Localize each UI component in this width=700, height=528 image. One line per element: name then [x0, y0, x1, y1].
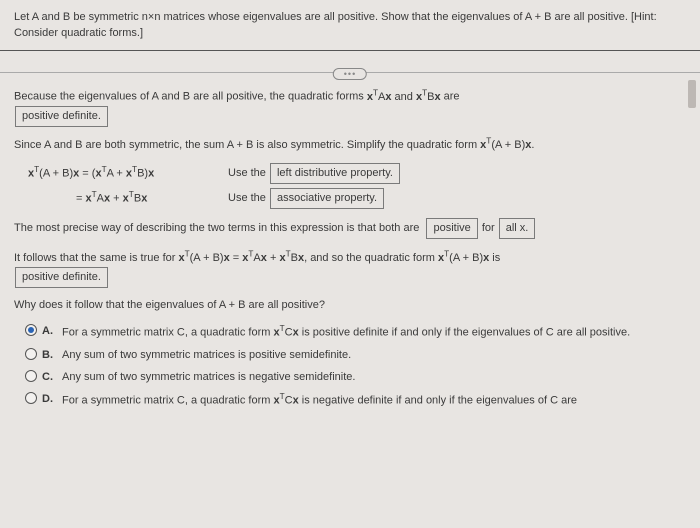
question-prompt: Let A and B be symmetric n×n matrices wh…: [0, 0, 700, 51]
p4-pre: It follows that the same is true for xT(…: [14, 252, 500, 264]
answer-box-2[interactable]: left distributive property.: [270, 163, 400, 184]
choice-letter: C.: [42, 369, 62, 386]
radio-outer-icon[interactable]: [25, 370, 37, 382]
choice-text: Any sum of two symmetric matrices is neg…: [62, 369, 686, 386]
choice-group: A.For a symmetric matrix C, a quadratic …: [20, 323, 686, 410]
p2-text: Since A and B are both symmetric, the su…: [14, 139, 534, 151]
choice-letter: B.: [42, 347, 62, 364]
paragraph-4: It follows that the same is true for xT(…: [14, 248, 686, 288]
radio-selected-icon: [28, 327, 34, 333]
choice-row-c[interactable]: C.Any sum of two symmetric matrices is n…: [20, 369, 686, 386]
eq2-useword: Use the: [228, 192, 266, 204]
p3-mid: for: [482, 222, 495, 234]
eq2-use: Use the associative property.: [228, 188, 385, 209]
paragraph-3: The most precise way of describing the t…: [14, 218, 686, 239]
p1-pre: Because the eigenvalues of A and B are a…: [14, 91, 367, 103]
paragraph-1: Because the eigenvalues of A and B are a…: [14, 87, 686, 127]
p1-post: are: [441, 91, 460, 103]
eq1-useword: Use the: [228, 167, 266, 179]
radio-d[interactable]: [20, 391, 42, 404]
paragraph-2: Since A and B are both symmetric, the su…: [14, 136, 686, 155]
solution-area: Because the eigenvalues of A and B are a…: [0, 73, 700, 419]
radio-outer-icon[interactable]: [25, 348, 37, 360]
radio-c[interactable]: [20, 369, 42, 382]
choice-text: For a symmetric matrix C, a quadratic fo…: [62, 323, 686, 342]
choice-row-d[interactable]: D.For a symmetric matrix C, a quadratic …: [20, 391, 686, 410]
answer-box-6[interactable]: positive definite.: [15, 267, 108, 288]
choice-text: For a symmetric matrix C, a quadratic fo…: [62, 391, 686, 410]
equation-block: xT(A + B)x = (xTA + xTB)x Use the left d…: [28, 163, 686, 209]
p3-pre: The most precise way of describing the t…: [14, 222, 419, 234]
answer-box-4[interactable]: positive: [426, 218, 477, 239]
eq2-lhs: = xTAx + xTBx: [28, 189, 198, 208]
answer-box-5[interactable]: all x.: [499, 218, 536, 239]
answer-box-1[interactable]: positive definite.: [15, 106, 108, 127]
radio-a[interactable]: [20, 323, 42, 336]
scroll-thumb[interactable]: [688, 80, 696, 108]
eq-row-1: xT(A + B)x = (xTA + xTB)x Use the left d…: [28, 163, 686, 184]
radio-outer-icon[interactable]: [25, 392, 37, 404]
eq1-lhs: xT(A + B)x = (xTA + xTB)x: [28, 164, 198, 183]
choice-text: Any sum of two symmetric matrices is pos…: [62, 347, 686, 364]
choice-letter: A.: [42, 323, 62, 340]
radio-outer-icon[interactable]: [25, 324, 37, 336]
eq-row-2: = xTAx + xTBx Use the associative proper…: [28, 188, 686, 209]
choice-letter: D.: [42, 391, 62, 408]
eq1-use: Use the left distributive property.: [228, 163, 401, 184]
vertical-scrollbar[interactable]: [686, 80, 698, 524]
radio-b[interactable]: [20, 347, 42, 360]
choice-row-b[interactable]: B.Any sum of two symmetric matrices is p…: [20, 347, 686, 364]
choice-row-a[interactable]: A.For a symmetric matrix C, a quadratic …: [20, 323, 686, 342]
divider: •••: [0, 51, 700, 73]
answer-box-3[interactable]: associative property.: [270, 188, 384, 209]
paragraph-5: Why does it follow that the eigenvalues …: [14, 297, 686, 314]
question-text: Let A and B be symmetric n×n matrices wh…: [14, 11, 657, 39]
p1-math: xTAx and xTBx: [367, 91, 441, 103]
